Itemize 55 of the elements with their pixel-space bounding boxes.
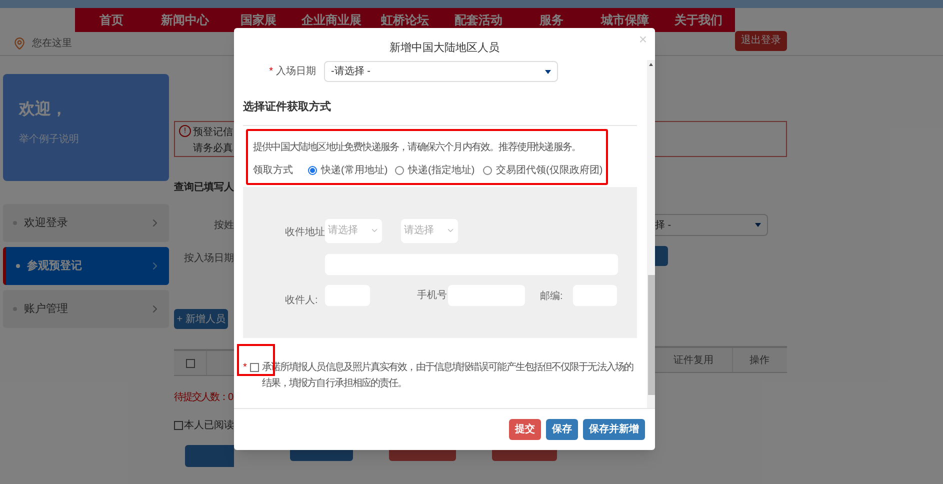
checkbox[interactable] <box>186 358 194 368</box>
nav-link[interactable]: 虹桥论坛 <box>368 11 442 29</box>
close-button[interactable]: × <box>638 32 647 46</box>
pickup-label: 领取方式 <box>253 164 294 178</box>
caret-icon <box>545 70 551 74</box>
sidebar-item[interactable]: 欢迎登录 <box>3 204 169 242</box>
sidebar-item[interactable]: 账户管理 <box>3 290 169 328</box>
notice-text: 请务必真 <box>193 142 233 156</box>
welcome-subtitle: 举个例子说明 <box>19 132 80 147</box>
field-label: 邮编: <box>540 290 564 304</box>
radio-option[interactable]: 快递(常用地址) <box>308 162 395 178</box>
region-select[interactable]: 请选择 <box>401 218 458 242</box>
breadcrumb-label: 您在这里 <box>32 36 72 51</box>
select-field[interactable]: 择 - <box>655 214 768 236</box>
caret-icon <box>755 223 761 227</box>
field-label: * 入场日期 <box>268 64 317 79</box>
required-mark: * <box>243 360 247 374</box>
date-select[interactable]: -请选择 - <box>324 61 558 82</box>
chevron-icon <box>446 226 455 235</box>
nav-link[interactable]: 服务 <box>515 11 588 29</box>
warning-icon: ! <box>179 125 191 137</box>
modal-title: 新增中国大陆地区人员 <box>390 40 500 56</box>
filter-label: 按入场日期 <box>184 252 234 266</box>
nav-link[interactable]: 配套活动 <box>442 11 515 29</box>
pending-count: 待提交人数：0 <box>174 390 234 405</box>
nav-link[interactable]: 首页 <box>75 11 148 29</box>
read-confirm-text: 本人已阅读 <box>184 418 234 433</box>
notice-text: 预登记信 <box>193 126 233 140</box>
nav-link[interactable]: 企业商业展 <box>295 11 368 29</box>
column-header: 操作 <box>748 354 770 368</box>
agreement-checkbox[interactable] <box>250 363 259 372</box>
checkbox[interactable] <box>174 421 183 430</box>
radio-option[interactable]: 快递(指定地址) <box>395 162 483 178</box>
nav-link[interactable]: 新闻中心 <box>148 11 222 29</box>
add-person-button[interactable]: + 新增人员 <box>174 309 228 329</box>
radio-option[interactable]: 交易团代领(仅限政府团) <box>483 162 603 178</box>
logout-button[interactable]: 退出登录 <box>735 30 787 50</box>
field-label: 手机号 <box>417 288 448 302</box>
location-icon <box>13 37 26 50</box>
field-label: 收件地址 <box>285 226 325 240</box>
nav-link[interactable]: 国家展 <box>222 11 295 29</box>
field-label: 收件人: <box>285 294 319 308</box>
section-title: 选择证件获取方式 <box>243 99 637 126</box>
welcome-title: 欢迎， <box>19 99 68 120</box>
footer-button[interactable]: 保存并新增 <box>583 419 645 440</box>
footer-button[interactable]: 提交 <box>509 419 541 440</box>
sidebar-item[interactable]: 参观预登记 <box>3 247 169 285</box>
chevron-icon <box>370 226 379 235</box>
nav-link[interactable]: 城市保障 <box>588 11 662 29</box>
section-title: 查询已填写人 <box>174 180 234 195</box>
footer-button[interactable]: 保存 <box>546 419 578 440</box>
nav-link[interactable]: 关于我们 <box>662 11 735 29</box>
filter-label: 按姓 <box>214 218 234 233</box>
region-select[interactable]: 请选择 <box>325 218 382 242</box>
info-text: 提供中国大陆地区地址免费快递服务，请确保六个月内有效。推荐使用快递服务。 <box>253 140 582 154</box>
